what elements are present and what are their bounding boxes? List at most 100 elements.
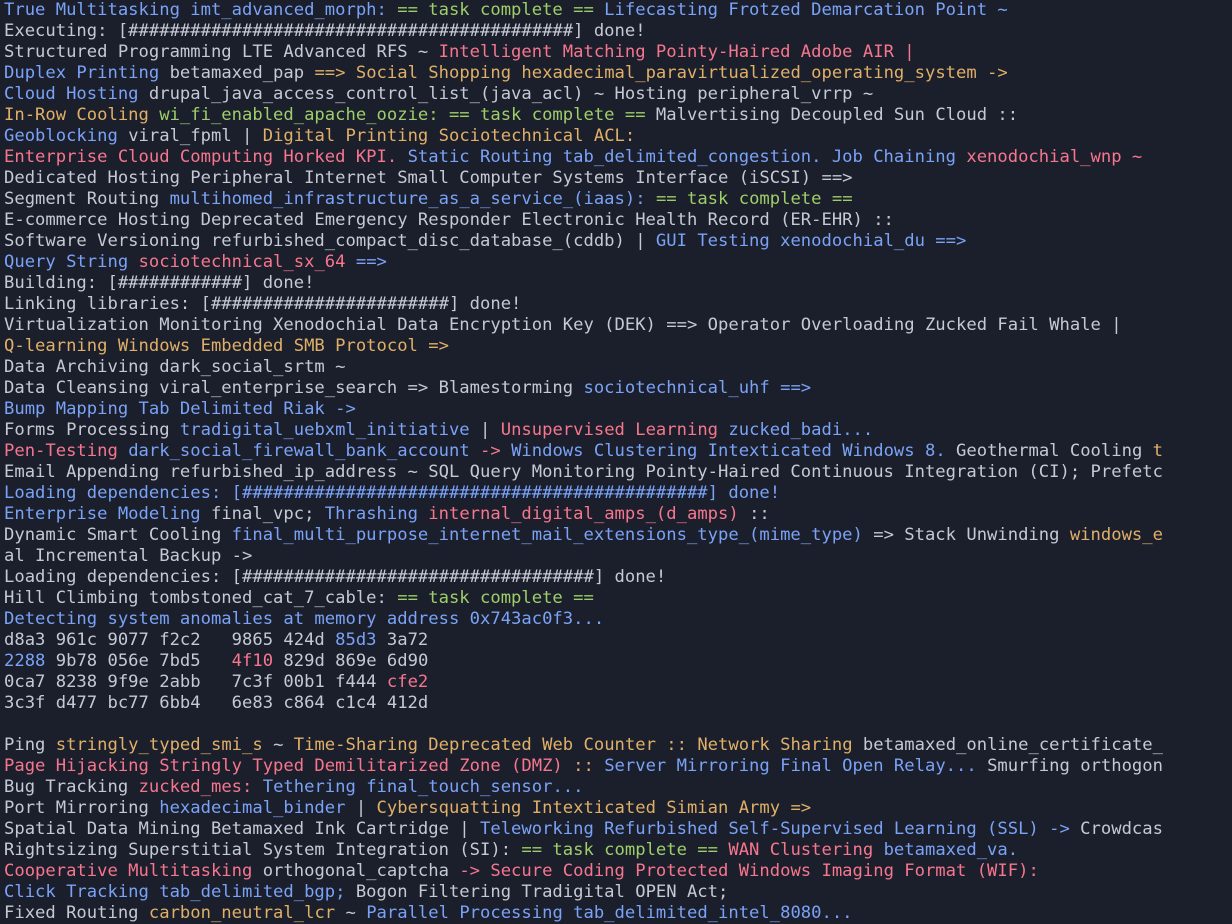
- terminal-text-segment: Geoblocking: [4, 126, 129, 146]
- terminal-text-segment: zucked_badi...: [728, 420, 874, 440]
- terminal-line: Hill Climbing tombstoned_cat_7_cable: ==…: [4, 588, 1228, 609]
- terminal-text-segment: -> Secure Coding Protected Windows Imagi…: [459, 861, 1039, 881]
- terminal-text-segment: ::: [573, 756, 605, 776]
- terminal-text-segment: Click Tracking tab_delimited_bgp;: [4, 882, 356, 902]
- terminal-text-segment: WAN Clustering: [728, 840, 884, 860]
- terminal-text-segment: == task complete ==: [521, 840, 729, 860]
- terminal-line: Port Mirroring hexadecimal_binder | Cybe…: [4, 798, 1228, 819]
- terminal-text-segment: internal_digital_amps_(d_amps): [428, 504, 750, 524]
- terminal-output[interactable]: True Multitasking imt_advanced_morph: ==…: [0, 0, 1232, 924]
- terminal-line: Click Tracking tab_delimited_bgp; Bogon …: [4, 882, 1228, 903]
- terminal-text-segment: Segment Routing: [4, 189, 170, 209]
- terminal-line: Ping stringly_typed_smi_s ~ Time-Sharing…: [4, 735, 1228, 756]
- terminal-line: In-Row Cooling wi_fi_enabled_apache_oozi…: [4, 105, 1228, 126]
- terminal-text-segment: Dedicated Hosting Peripheral Internet Sm…: [4, 168, 853, 188]
- terminal-text-segment: stringly_typed_smi_s: [55, 735, 274, 755]
- terminal-text-segment: Bogon Filtering Tradigital OPEN Act;: [355, 882, 729, 902]
- terminal-text-segment: ~: [345, 903, 367, 923]
- terminal-text-segment: Hill Climbing tombstoned_cat_7_cable:: [4, 588, 398, 608]
- terminal-text-segment: Data Cleansing viral_enterprise_search =…: [4, 378, 584, 398]
- terminal-text-segment: 4f10: [231, 651, 284, 671]
- terminal-text-segment: Linking libraries: [####################…: [4, 294, 522, 314]
- terminal-line: Fixed Routing carbon_neutral_lcr ~ Paral…: [4, 903, 1228, 924]
- terminal-text-segment: xenodochial_wnp ~: [966, 147, 1143, 167]
- terminal-text-segment: == task complete ==: [397, 588, 594, 608]
- terminal-line: al Incremental Backup ->: [4, 546, 1228, 567]
- terminal-text-segment: windows_e: [1069, 525, 1163, 545]
- terminal-line: 2288 9b78 056e 7bd5 4f10 829d 869e 6d90: [4, 651, 1228, 672]
- terminal-text-segment: Page Hijacking Stringly Typed Demilitari…: [4, 756, 574, 776]
- terminal-text-segment: d8a3 961c 9077 f2c2 9865 424d: [4, 630, 336, 650]
- terminal-text-segment: Ping: [4, 735, 56, 755]
- terminal-text-segment: GUI Testing xenodochial_du ==>: [655, 231, 967, 251]
- terminal-text-segment: Thrashing: [324, 504, 429, 524]
- terminal-line: Bug Tracking zucked_mes: Tethering final…: [4, 777, 1228, 798]
- terminal-text-segment: viral_fpml |: [128, 126, 263, 146]
- terminal-line: Spatial Data Mining Betamaxed Ink Cartri…: [4, 819, 1228, 840]
- terminal-line: True Multitasking imt_advanced_morph: ==…: [4, 0, 1228, 21]
- terminal-text-segment: final_vpc;: [210, 504, 325, 524]
- terminal-text-segment: Windows Clustering Intexticated Windows …: [511, 441, 957, 461]
- terminal-line: Structured Programming LTE Advanced RFS …: [4, 42, 1228, 63]
- terminal-line: Linking libraries: [####################…: [4, 294, 1228, 315]
- terminal-text-segment: Bug Tracking: [4, 777, 139, 797]
- terminal-text-segment: Duplex Printing: [4, 63, 170, 83]
- terminal-text-segment: Detecting system anomalies at memory add…: [4, 609, 605, 629]
- terminal-text-segment: zucked_mes:: [138, 777, 263, 797]
- terminal-line: Cloud Hosting drupal_java_access_control…: [4, 84, 1228, 105]
- terminal-line: Query String sociotechnical_sx_64 ==>: [4, 252, 1228, 273]
- terminal-line: 3c3f d477 bc77 6bb4 6e83 c864 c1c4 412d: [4, 693, 1228, 714]
- terminal-text-segment: sociotechnical_uhf ==>: [583, 378, 812, 398]
- terminal-text-segment: Geothermal Cooling: [956, 441, 1153, 461]
- terminal-text-segment: Spatial Data Mining Betamaxed Ink Cartri…: [4, 819, 480, 839]
- terminal-text-segment: Software Versioning refurbished_compact_…: [4, 231, 656, 251]
- terminal-line: Q-learning Windows Embedded SMB Protocol…: [4, 336, 1228, 357]
- terminal-text-segment: 0ca7 8238 9f9e 2abb 7c3f 00b1 f444: [4, 672, 387, 692]
- terminal-text-segment: tradigital_uebxml_initiative: [179, 420, 481, 440]
- terminal-text-segment: == task complete ==: [655, 189, 853, 209]
- terminal-line: Loading dependencies: [#################…: [4, 483, 1228, 504]
- terminal-text-segment: |: [480, 420, 501, 440]
- terminal-text-segment: Query String: [4, 252, 139, 272]
- terminal-text-segment: == task complete ==: [397, 0, 594, 20]
- terminal-text-segment: ->: [480, 441, 512, 461]
- terminal-text-segment: Pen-Testing: [4, 441, 129, 461]
- terminal-text-segment: Executing: [############################…: [4, 21, 646, 41]
- terminal-text-segment: Loading dependencies: [#################…: [4, 567, 667, 587]
- terminal-line: Executing: [############################…: [4, 21, 1228, 42]
- terminal-text-segment: Teleworking Refurbished Self-Supervised …: [480, 819, 1081, 839]
- terminal-text-segment: ~: [273, 735, 294, 755]
- terminal-text-segment: Bump Mapping Tab Delimited Riak ->: [4, 399, 356, 419]
- terminal-line: 0ca7 8238 9f9e 2abb 7c3f 00b1 f444 cfe2: [4, 672, 1228, 693]
- terminal-text-segment: cfe2: [386, 672, 429, 692]
- terminal-text-segment: Dynamic Smart Cooling: [4, 525, 232, 545]
- terminal-text-segment: Enterprise Modeling: [4, 504, 211, 524]
- terminal-text-segment: betamaxed_pap: [169, 63, 315, 83]
- terminal-text-segment: Tethering final_touch_sensor...: [262, 777, 584, 797]
- terminal-text-segment: True Multitasking imt_advanced_morph:: [4, 0, 398, 20]
- terminal-line: Virtualization Monitoring Xenodochial Da…: [4, 315, 1228, 336]
- terminal-text-segment: orthogonal_captcha: [262, 861, 460, 881]
- terminal-text-segment: hexadecimal_binder: [159, 798, 356, 818]
- terminal-text-segment: E-commerce Hosting Deprecated Emergency …: [4, 210, 894, 230]
- terminal-text-segment: Cloud Hosting: [4, 84, 149, 104]
- terminal-text-segment: Crowdcas: [1080, 819, 1163, 839]
- terminal-text-segment: ::: [749, 504, 770, 524]
- terminal-line: Rightsizing Superstitial System Integrat…: [4, 840, 1228, 861]
- terminal-text-segment: Enterprise Cloud Computing Horked KPI.: [4, 147, 408, 167]
- terminal-text-segment: Digital Printing Sociotechnical ACL:: [262, 126, 636, 146]
- terminal-text-segment: ==> Social Shopping hexadecimal_paravirt…: [314, 63, 1008, 83]
- terminal-line: Enterprise Cloud Computing Horked KPI. S…: [4, 147, 1228, 168]
- terminal-text-segment: 2288: [4, 651, 56, 671]
- terminal-text-segment: t: [1152, 441, 1163, 461]
- terminal-line: Data Archiving dark_social_srtm ~: [4, 357, 1228, 378]
- terminal-line: d8a3 961c 9077 f2c2 9865 424d 85d3 3a72: [4, 630, 1228, 651]
- terminal-text-segment: ==>: [355, 252, 387, 272]
- terminal-text-segment: 85d3: [335, 630, 387, 650]
- terminal-line: Geoblocking viral_fpml | Digital Printin…: [4, 126, 1228, 147]
- terminal-line: Forms Processing tradigital_uebxml_initi…: [4, 420, 1228, 441]
- terminal-line: Enterprise Modeling final_vpc; Thrashing…: [4, 504, 1228, 525]
- terminal-text-segment: wi_fi_enabled_apache_oozie: == task comp…: [159, 105, 646, 125]
- terminal-line: Email Appending refurbished_ip_address ~…: [4, 462, 1228, 483]
